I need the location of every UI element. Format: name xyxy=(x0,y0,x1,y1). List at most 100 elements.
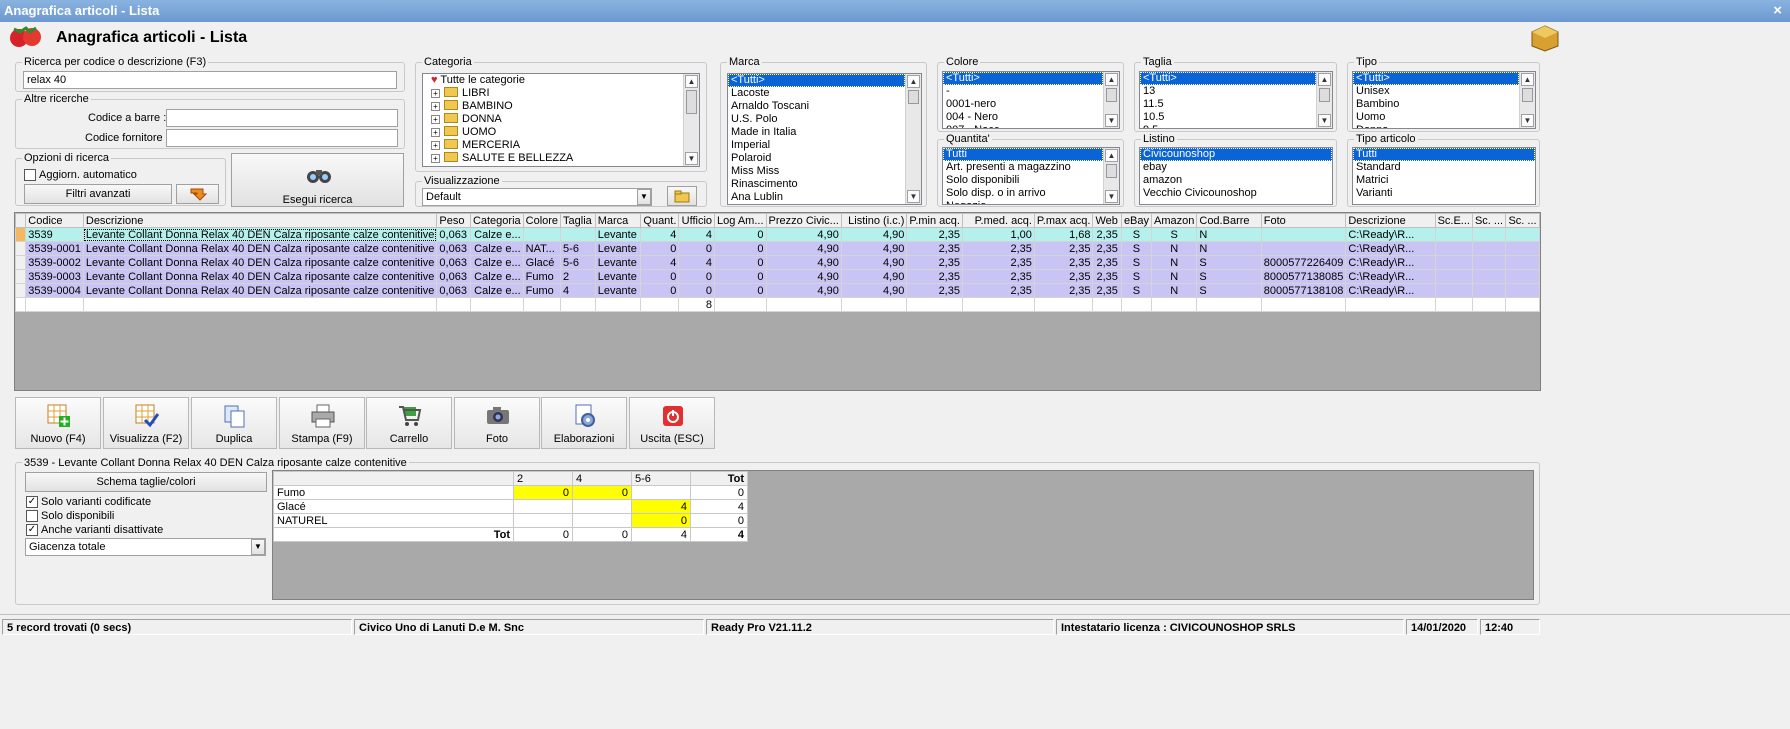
list-item[interactable]: Solo disponibili xyxy=(943,174,1103,187)
list-item[interactable]: <Tutti> xyxy=(1140,72,1316,85)
column-header[interactable]: Peso xyxy=(436,213,471,228)
color-list[interactable]: <Tutti>-0001-nero004 - Nero007 - Noce▲▼ xyxy=(942,71,1120,129)
column-header[interactable]: P.max acq. xyxy=(1033,213,1094,228)
list-item[interactable]: <Tutti> xyxy=(728,74,905,87)
list-item[interactable]: Miss Miss xyxy=(728,165,905,178)
list-item[interactable]: Made in Italia xyxy=(728,126,905,139)
print-button[interactable]: Stampa (F9) xyxy=(279,397,365,449)
column-header[interactable]: P.med. acq. xyxy=(961,213,1035,228)
quantity-list[interactable]: Tutti Art. presenti a magazzino Solo dispo… xyxy=(942,147,1120,205)
row-indicator[interactable] xyxy=(15,283,27,298)
exit-button[interactable]: Uscita (ESC) xyxy=(629,397,715,449)
close-icon[interactable]: × xyxy=(1773,1,1782,21)
category-item[interactable]: + BAMBINO xyxy=(423,100,699,113)
list-item[interactable]: Unisex xyxy=(1353,85,1519,98)
table-row[interactable]: 3539 Levante Collant Donna Relax 40 DEN C… xyxy=(15,227,1540,242)
processing-button[interactable]: Elaborazioni xyxy=(541,397,627,449)
advanced-filters-button[interactable]: Filtri avanzati xyxy=(24,184,172,204)
list-item[interactable]: Varianti xyxy=(1353,187,1535,200)
list-item[interactable]: Tutti xyxy=(943,148,1103,161)
list-item[interactable]: Tutti xyxy=(1353,148,1535,161)
list-item[interactable]: Standard xyxy=(1353,161,1535,174)
price-list-list[interactable]: Civicounoshop ebay amazon Vecchio Civicouno… xyxy=(1139,147,1333,205)
new-button[interactable]: Nuovo (F4) xyxy=(15,397,101,449)
list-item[interactable]: Matrici xyxy=(1353,174,1535,187)
list-item[interactable]: Polaroid xyxy=(728,152,905,165)
list-item[interactable]: Arnaldo Toscani xyxy=(728,100,905,113)
column-header[interactable]: Web xyxy=(1092,213,1122,228)
list-item[interactable]: 0001-nero xyxy=(943,98,1103,111)
list-item[interactable]: Art. presenti a magazzino xyxy=(943,161,1103,174)
list-item[interactable]: Ana Lublin xyxy=(728,191,905,204)
list-item[interactable]: Uomo xyxy=(1353,111,1519,124)
column-header[interactable]: Ufficio xyxy=(678,213,716,228)
category-tree[interactable]: ♥ Tutte le categorie + LIBRI + BAMBINO + DONN… xyxy=(422,73,700,167)
list-item[interactable]: Negozio xyxy=(943,200,1103,204)
coded-variants-option[interactable]: ✓ Solo varianti codificate xyxy=(26,496,151,509)
expand-icon[interactable]: + xyxy=(431,115,440,124)
barcode-input[interactable] xyxy=(166,109,398,127)
list-item[interactable]: Civicounoshop xyxy=(1140,148,1332,161)
list-item[interactable]: Bambino xyxy=(1353,98,1519,111)
type-list[interactable]: <Tutti>UnisexBambinoUomoDonna▲▼ xyxy=(1352,71,1536,129)
duplicate-button[interactable]: Duplica xyxy=(191,397,277,449)
list-item[interactable]: 007 - Noce xyxy=(943,124,1103,128)
column-header[interactable]: Sc. ... xyxy=(1505,213,1540,228)
article-type-list[interactable]: Tutti Standard Matrici Varianti xyxy=(1352,147,1536,205)
list-item[interactable]: Solo disp. o in arrivo xyxy=(943,187,1103,200)
column-header[interactable]: eBay xyxy=(1120,213,1153,228)
expand-icon[interactable]: + xyxy=(431,141,440,150)
list-item[interactable]: Vecchio Civicounoshop xyxy=(1140,187,1332,200)
photo-button[interactable]: Foto xyxy=(454,397,540,449)
category-item[interactable]: + LIBRI xyxy=(423,87,699,100)
category-item[interactable]: + UOMO xyxy=(423,126,699,139)
row-indicator[interactable] xyxy=(15,241,27,256)
column-header[interactable]: Listino (i.c.) xyxy=(840,213,908,228)
column-header[interactable]: Sc. ... xyxy=(1471,213,1507,228)
list-item[interactable]: Lacoste xyxy=(728,87,905,100)
column-header[interactable]: Quant. xyxy=(639,213,680,228)
category-item[interactable]: + MERCERIA xyxy=(423,139,699,152)
list-item[interactable]: Rinascimento xyxy=(728,178,905,191)
category-item[interactable]: + DONNA xyxy=(423,113,699,126)
row-indicator[interactable] xyxy=(15,255,27,270)
column-header[interactable]: Descrizione xyxy=(82,213,438,228)
column-header[interactable]: Codice xyxy=(25,213,84,228)
filter-arrow-button[interactable] xyxy=(176,184,219,204)
expand-icon[interactable]: + xyxy=(431,89,440,98)
table-row[interactable]: 3539-0002 Levante Collant Donna Relax 40 … xyxy=(15,255,1540,270)
deactivated-variants-check-icon[interactable]: ✓ xyxy=(26,524,38,537)
column-header[interactable]: Foto xyxy=(1260,213,1347,228)
list-item[interactable]: 13 xyxy=(1140,85,1316,98)
size-list[interactable]: <Tutti>1311.510.59.5▲▼ xyxy=(1139,71,1333,129)
row-indicator[interactable] xyxy=(15,269,27,284)
list-item[interactable]: ebay xyxy=(1140,161,1332,174)
column-header[interactable]: Taglia xyxy=(560,213,596,228)
list-item[interactable]: amazon xyxy=(1140,174,1332,187)
list-item[interactable]: 11.5 xyxy=(1140,98,1316,111)
expand-icon[interactable]: + xyxy=(431,102,440,111)
table-row[interactable]: 3539-0001 Levante Collant Donna Relax 40 … xyxy=(15,241,1540,256)
category-item[interactable]: + SALUTE E BELLEZZA xyxy=(423,152,699,165)
list-item[interactable]: U.S. Polo xyxy=(728,113,905,126)
expand-icon[interactable]: + xyxy=(431,128,440,137)
execute-search-button[interactable]: Esegui ricerca xyxy=(231,153,404,207)
search-input[interactable]: relax 40 xyxy=(23,71,397,89)
column-header[interactable]: Marca xyxy=(594,213,641,228)
list-item[interactable]: Dsquared2 xyxy=(728,204,905,205)
table-row[interactable]: 3539-0004 Levante Collant Donna Relax 40 … xyxy=(15,283,1540,298)
list-item[interactable]: - xyxy=(943,85,1103,98)
chevron-down-icon[interactable]: ▼ xyxy=(637,189,651,205)
folder-button[interactable] xyxy=(667,186,697,206)
column-header[interactable]: Cod.Barre xyxy=(1196,213,1262,228)
cart-button[interactable]: Carrello xyxy=(366,397,452,449)
list-item[interactable]: <Tutti> xyxy=(1353,72,1519,85)
list-item[interactable]: 9.5 xyxy=(1140,124,1316,128)
stock-chevron-down-icon[interactable]: ▼ xyxy=(251,539,265,555)
visualization-select[interactable]: Default xyxy=(422,188,652,206)
row-indicator[interactable] xyxy=(15,227,27,242)
expand-icon[interactable]: + xyxy=(431,154,440,163)
coded-variants-check-icon[interactable]: ✓ xyxy=(26,496,38,509)
column-header[interactable]: Categoria xyxy=(469,213,524,228)
available-only-option[interactable]: Solo disponibili xyxy=(26,510,114,523)
